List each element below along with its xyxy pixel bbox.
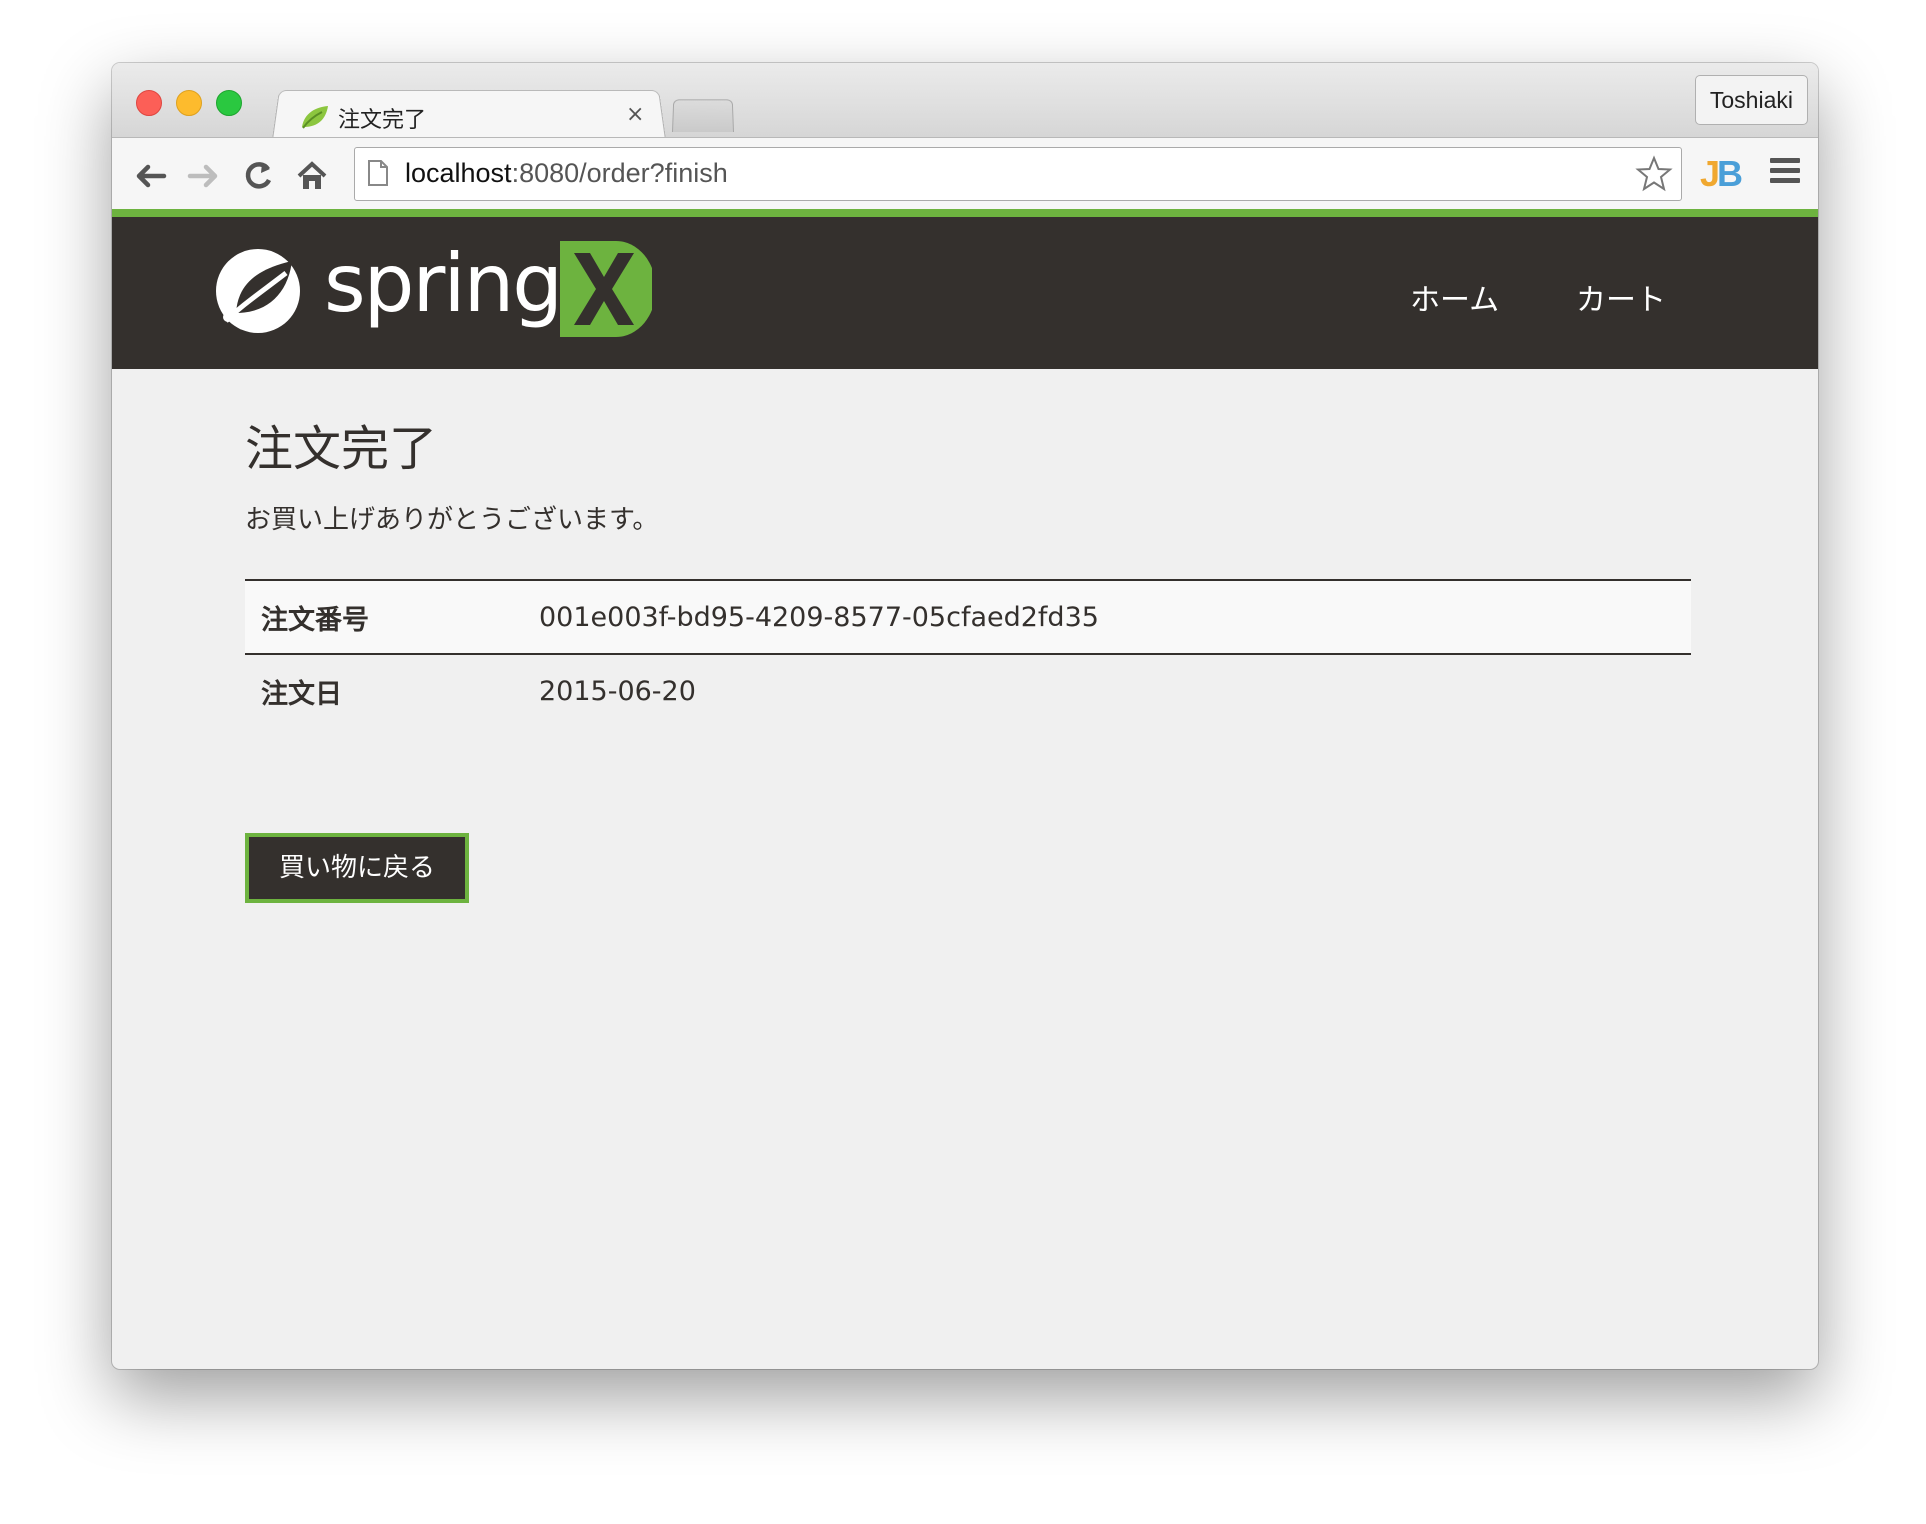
minimize-window-button[interactable] [176, 90, 202, 116]
tab-close-icon[interactable]: × [626, 102, 644, 127]
profile-button[interactable]: Toshiaki [1694, 75, 1808, 125]
tab-title: 注文完了 [338, 108, 427, 133]
new-tab-button[interactable] [672, 99, 734, 132]
home-icon[interactable] [292, 156, 332, 196]
table-row: 注文日 2015-06-20 [245, 654, 1691, 727]
spring-leaf-logo-icon [216, 249, 300, 333]
zoom-window-button[interactable] [216, 90, 242, 116]
page-title: 注文完了 [245, 421, 438, 477]
close-window-button[interactable] [136, 90, 162, 116]
jetbrains-extension-icon[interactable]: JB [1700, 153, 1743, 195]
order-detail-table: 注文番号 001e003f-bd95-4209-8577-05cfaed2fd3… [245, 579, 1691, 727]
active-tab-content[interactable]: 注文完了 × [292, 93, 652, 139]
back-arrow-icon[interactable] [130, 156, 170, 196]
forward-arrow-icon[interactable] [184, 156, 224, 196]
browser-window: 注文完了 × Toshiaki localhost:8080/order?fin… [112, 63, 1818, 1369]
order-number-value: 001e003f-bd95-4209-8577-05cfaed2fd35 [523, 579, 1691, 655]
menu-icon[interactable] [1770, 158, 1800, 186]
table-row: 注文番号 001e003f-bd95-4209-8577-05cfaed2fd3… [245, 579, 1691, 655]
tab-strip: 注文完了 × Toshiaki [112, 63, 1818, 140]
spring-leaf-icon [302, 106, 328, 129]
reload-icon[interactable] [238, 156, 278, 196]
bookmark-star-icon[interactable] [1635, 155, 1673, 193]
spring-logo[interactable]: spring [212, 237, 652, 339]
thanks-message: お買い上げありがとうございます。 [245, 505, 659, 535]
nav-cart-link[interactable]: カート [1576, 275, 1666, 319]
url-text[interactable]: localhost:8080/order?finish [405, 158, 728, 189]
address-bar[interactable]: localhost:8080/order?finish [354, 147, 1682, 201]
order-date-value: 2015-06-20 [539, 675, 696, 707]
site-header: spring ホーム カート [112, 209, 1818, 369]
browser-toolbar: localhost:8080/order?finish JB [112, 137, 1818, 210]
page-icon [368, 160, 388, 186]
order-date-label: 注文日 [261, 678, 342, 710]
back-to-shopping-button[interactable]: 買い物に戻る [245, 833, 469, 903]
x-logo-icon [560, 241, 652, 337]
logo-text: spring [324, 237, 563, 330]
nav-home-link[interactable]: ホーム [1410, 275, 1499, 319]
order-number-label: 注文番号 [245, 579, 523, 655]
